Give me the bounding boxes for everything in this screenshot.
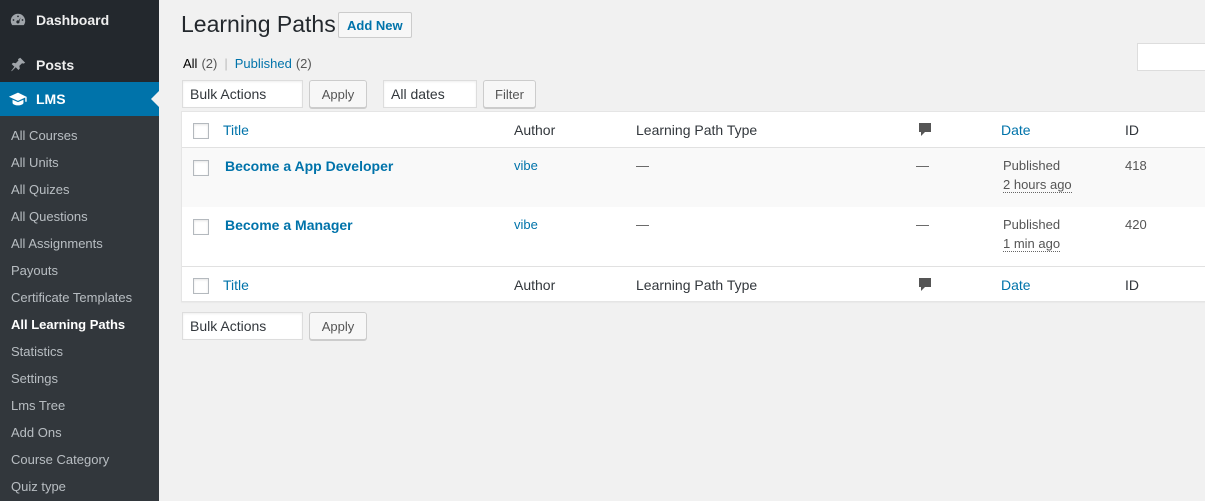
row-learning-path-type: — (636, 217, 649, 232)
status-filter-links: All (2) | Published (2) (183, 56, 312, 71)
filter-button[interactable]: Filter (483, 80, 536, 108)
submenu-item-lms-tree[interactable]: Lms Tree (0, 392, 159, 419)
dashboard-icon (0, 11, 36, 29)
comment-bubble-icon (918, 122, 932, 141)
comment-bubble-icon (918, 277, 932, 296)
column-date[interactable]: Date (1001, 122, 1031, 138)
filter-all-link[interactable]: All (183, 56, 197, 71)
filter-all-count: (2) (201, 56, 218, 71)
page-title: Learning Paths (181, 11, 336, 37)
row-checkbox[interactable] (193, 219, 209, 235)
submenu-item-course-category[interactable]: Course Category (0, 446, 159, 473)
graduation-cap-icon (0, 90, 36, 108)
learning-paths-table: Title Author Learning Path Type Date ID … (181, 111, 1205, 302)
row-status: Published (1003, 217, 1061, 232)
column-learning-path-type: Learning Path Type (636, 122, 758, 138)
submenu-item-all-questions[interactable]: All Questions (0, 203, 159, 230)
row-comments: — (916, 217, 929, 232)
table-header-row: Title Author Learning Path Type Date ID (182, 112, 1205, 148)
menu-posts[interactable]: Posts (0, 48, 159, 82)
column-id: ID (1125, 122, 1139, 138)
table-footer-row: Title Author Learning Path Type Date ID (182, 266, 1205, 302)
column-title[interactable]: Title (223, 122, 249, 138)
bulk-actions-select-bottom[interactable]: Bulk Actions (182, 312, 303, 340)
submenu-item-payouts[interactable]: Payouts (0, 257, 159, 284)
lms-submenu: All Courses All Units All Quizes All Questi… (0, 116, 159, 501)
submenu-item-all-quizes[interactable]: All Quizes (0, 176, 159, 203)
admin-sidebar: Dashboard Posts LMS All Courses All Units… (0, 0, 159, 501)
apply-button-bottom[interactable]: Apply (309, 312, 367, 340)
column-learning-path-type-footer: Learning Path Type (636, 277, 758, 293)
row-author-link[interactable]: vibe (514, 217, 538, 232)
column-author-footer: Author (514, 277, 556, 293)
column-title-footer[interactable]: Title (223, 277, 249, 293)
menu-lms-label: LMS (36, 91, 66, 107)
row-checkbox[interactable] (193, 160, 209, 176)
filter-published-link[interactable]: Published (235, 56, 292, 71)
submenu-item-settings[interactable]: Settings (0, 365, 159, 392)
menu-dashboard-label: Dashboard (36, 12, 110, 28)
submenu-item-all-assignments[interactable]: All Assignments (0, 230, 159, 257)
row-title-link[interactable]: Become a Manager (225, 217, 353, 233)
row-comments: — (916, 158, 929, 173)
menu-dashboard[interactable]: Dashboard (0, 3, 159, 37)
submenu-item-all-courses[interactable]: All Courses (0, 122, 159, 149)
filter-published-count: (2) (295, 56, 312, 71)
submenu-item-all-units[interactable]: All Units (0, 149, 159, 176)
column-id-footer: ID (1125, 277, 1139, 293)
column-author: Author (514, 122, 556, 138)
row-date: 2 hours ago (1003, 177, 1072, 193)
menu-posts-label: Posts (36, 57, 75, 73)
bulk-actions-select-top[interactable]: Bulk Actions (182, 80, 303, 108)
row-date: 1 min ago (1003, 236, 1061, 252)
submenu-item-add-ons[interactable]: Add Ons (0, 419, 159, 446)
filter-separator: | (224, 56, 228, 71)
pin-icon (0, 56, 36, 74)
select-all-checkbox-footer[interactable] (193, 278, 209, 294)
table-row: Become a App Developer vibe — — Publishe… (182, 148, 1205, 207)
row-author-link[interactable]: vibe (514, 158, 538, 173)
row-id: 420 (1125, 217, 1147, 232)
add-new-button[interactable]: Add New (338, 12, 412, 38)
submenu-item-quiz-type[interactable]: Quiz type (0, 473, 159, 500)
row-id: 418 (1125, 158, 1147, 173)
menu-lms[interactable]: LMS (0, 82, 159, 116)
table-row: Become a Manager vibe — — Published 1 mi… (182, 207, 1205, 266)
submenu-item-all-learning-paths[interactable]: All Learning Paths (0, 311, 159, 338)
dates-select[interactable]: All dates (383, 80, 477, 108)
search-input[interactable] (1137, 43, 1205, 71)
column-date-footer[interactable]: Date (1001, 277, 1031, 293)
select-all-checkbox[interactable] (193, 123, 209, 139)
row-status: Published (1003, 158, 1061, 173)
apply-button-top[interactable]: Apply (309, 80, 367, 108)
submenu-item-certificate-templates[interactable]: Certificate Templates (0, 284, 159, 311)
row-learning-path-type: — (636, 158, 649, 173)
submenu-item-statistics[interactable]: Statistics (0, 338, 159, 365)
row-title-link[interactable]: Become a App Developer (225, 158, 393, 174)
